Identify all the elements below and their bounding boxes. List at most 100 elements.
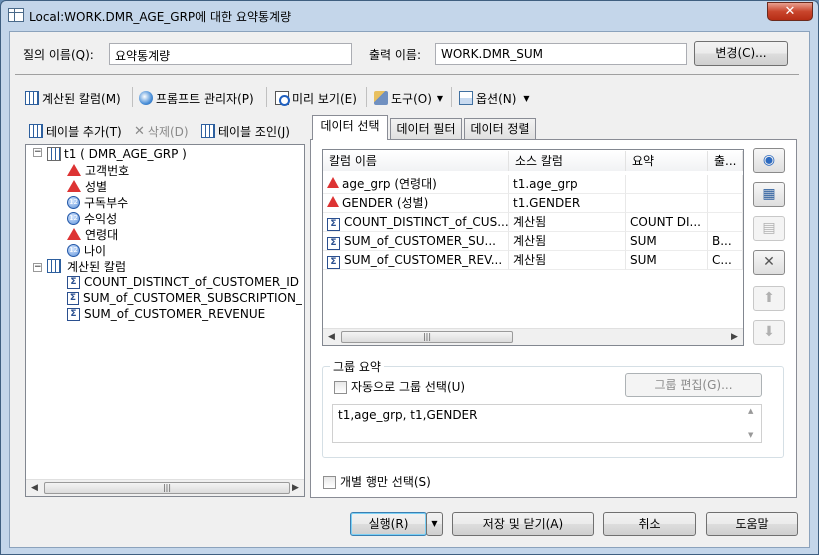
tab-data-sort[interactable]: 데이터 정렬 — [464, 118, 536, 139]
scrollbar-thumb[interactable]: ||| — [44, 482, 290, 494]
distinct-rows-label: 개별 행만 선택(S) — [340, 475, 431, 489]
tree-computed-node[interactable]: 계산된 칼럼 — [47, 258, 126, 274]
grid-cell-summary[interactable]: SUM — [626, 251, 708, 270]
column-header-name[interactable]: 칼럼 이름 — [323, 151, 509, 171]
dropdown-arrow-icon: ▼ — [436, 93, 444, 103]
options-menu-button[interactable]: 옵션(N) ▼ — [459, 89, 530, 107]
tree-column-item[interactable]: 고객번호 — [67, 162, 129, 178]
tools-menu-button[interactable]: 도구(O) ▼ — [374, 89, 443, 107]
grid-cell-source[interactable]: 계산됨 — [509, 251, 626, 270]
auto-group-checkbox[interactable]: 자동으로 그룹 선택(U) — [334, 378, 465, 395]
collapse-icon[interactable]: − — [33, 148, 42, 157]
delete-x-icon: ✕ — [134, 123, 145, 139]
scrollbar-thumb[interactable]: ||| — [341, 331, 513, 343]
grid-cell-output[interactable] — [708, 213, 743, 232]
remove-column-button[interactable]: ✕ — [753, 250, 785, 275]
toolbar-separator — [132, 87, 133, 107]
tree-column-item[interactable]: 연령대 — [67, 226, 118, 242]
grid-cell-output[interactable] — [708, 175, 743, 194]
computed-columns-button[interactable]: 계산된 칼럼(M) — [25, 89, 121, 107]
tree-column-item[interactable]: 12 나이 — [67, 242, 106, 258]
column-header-output[interactable]: 출... — [708, 151, 743, 171]
tree-computed-item-label: SUM_of_CUSTOMER_REVENUE — [84, 307, 266, 321]
scroll-right-icon[interactable]: ▶ — [726, 329, 743, 345]
column-header-summary[interactable]: 요약 — [626, 151, 708, 171]
tab-data-filter[interactable]: 데이터 필터 — [390, 118, 462, 139]
scroll-left-icon[interactable]: ◀ — [26, 480, 43, 496]
group-columns-box[interactable]: t1,age_grp, t1,GENDER — [332, 404, 762, 443]
properties-button[interactable]: ◉ — [753, 148, 785, 173]
tree-horizontal-scrollbar[interactable]: ◀ ||| ▶ — [26, 479, 304, 496]
edit-column-button[interactable]: ▤ — [753, 216, 785, 241]
tree-computed-item[interactable]: Σ SUM_of_CUSTOMER_REVENUE — [67, 306, 265, 322]
grid-cell-summary[interactable] — [626, 194, 708, 213]
preview-button[interactable]: 미리 보기(E) — [275, 89, 357, 107]
grid-cell-name[interactable]: Σ COUNT_DISTINCT_of_CUS... — [323, 213, 509, 232]
grid-cell-summary[interactable]: COUNT DI... — [626, 213, 708, 232]
collapse-icon[interactable]: − — [33, 263, 42, 272]
character-column-icon — [327, 196, 339, 207]
add-table-button[interactable]: 테이블 추가(T) — [29, 122, 122, 140]
scroll-up-icon[interactable]: ▲ — [748, 407, 753, 415]
output-name-input[interactable]: WORK.DMR_SUM — [435, 43, 687, 65]
grid-cell-summary[interactable]: SUM — [626, 232, 708, 251]
query-name-input[interactable]: 요약통계량 — [109, 43, 352, 65]
help-button[interactable]: 도움말 — [706, 512, 798, 536]
scroll-left-icon[interactable]: ◀ — [323, 329, 340, 345]
change-button[interactable]: 변경(C)... — [694, 41, 788, 66]
tree-column-item[interactable]: 12 구독부수 — [67, 194, 128, 210]
calculator-button[interactable]: ▦ — [753, 182, 785, 207]
sum-icon: Σ — [327, 218, 340, 231]
sum-icon: Σ — [67, 307, 80, 321]
tree-computed-item[interactable]: Σ SUM_of_CUSTOMER_SUBSCRIPTION_ — [67, 290, 302, 306]
join-tables-button[interactable]: 테이블 조인(J) — [201, 122, 290, 140]
grid-cell-source[interactable]: 계산됨 — [509, 232, 626, 251]
title-bar[interactable]: Local:WORK.DMR_AGE_GRP에 대한 요약통계량 ✕ — [1, 1, 818, 31]
grid-horizontal-scrollbar[interactable]: ◀ ||| ▶ — [323, 328, 743, 345]
tree-computed-item[interactable]: Σ COUNT_DISTINCT_of_CUSTOMER_ID — [67, 274, 299, 290]
column-header-source[interactable]: 소스 칼럼 — [509, 151, 626, 171]
run-dropdown-button[interactable]: ▼ — [426, 512, 443, 536]
tree-column-label: 수익성 — [84, 211, 118, 226]
checkbox-icon — [334, 381, 347, 394]
scroll-down-icon[interactable]: ▼ — [748, 431, 753, 439]
grid-cell-name-text: SUM_of_CUSTOMER_REV... — [344, 253, 503, 267]
tree-column-item[interactable]: 12 수익성 — [67, 210, 117, 226]
prompt-manager-button[interactable]: 프롬프트 관리자(P) — [139, 89, 254, 107]
window-title: Local:WORK.DMR_AGE_GRP에 대한 요약통계량 — [29, 10, 292, 24]
grid-cell-output[interactable]: C... — [708, 251, 743, 270]
prompt-manager-label: 프롬프트 관리자(P) — [156, 91, 254, 106]
save-close-button[interactable]: 저장 및 닫기(A) — [452, 512, 594, 536]
edit-group-button[interactable]: 그룹 편집(G)... — [625, 373, 762, 397]
grid-cell-source[interactable]: t1.age_grp — [509, 175, 626, 194]
move-down-button[interactable]: ⬇ — [753, 320, 785, 345]
tree-column-label: 성별 — [85, 179, 108, 194]
grid-icon — [25, 91, 39, 105]
run-button[interactable]: 실행(R) — [350, 512, 427, 536]
globe-icon — [139, 91, 153, 105]
grid-cell-name[interactable]: age_grp (연령대) — [323, 175, 509, 194]
grid-cell-name[interactable]: GENDER (성별) — [323, 194, 509, 213]
grid-cell-name[interactable]: Σ SUM_of_CUSTOMER_REV... — [323, 251, 509, 270]
group-summary-title: 그룹 요약 — [330, 358, 384, 375]
grid-cell-source[interactable]: t1.GENDER — [509, 194, 626, 213]
grid-cell-source[interactable]: 계산됨 — [509, 213, 626, 232]
grid-cell-output[interactable] — [708, 194, 743, 213]
move-up-button[interactable]: ⬆ — [753, 286, 785, 311]
grid-cell-name[interactable]: Σ SUM_of_CUSTOMER_SU... — [323, 232, 509, 251]
tree-column-item[interactable]: 성별 — [67, 178, 107, 194]
delete-button[interactable]: ✕ 삭제(D) — [134, 122, 189, 140]
tab-data-selection[interactable]: 데이터 선택 — [312, 115, 388, 140]
grid-cell-output[interactable]: B... — [708, 232, 743, 251]
scroll-right-icon[interactable]: ▶ — [287, 480, 304, 496]
grid-cell-name-text: COUNT_DISTINCT_of_CUS... — [344, 215, 509, 229]
grid-cell-summary[interactable] — [626, 175, 708, 194]
close-button[interactable]: ✕ — [767, 2, 813, 21]
tree-table-node[interactable]: t1 ( DMR_AGE_GRP ) — [47, 146, 187, 162]
join-tables-icon — [201, 124, 215, 138]
dialog-window: Local:WORK.DMR_AGE_GRP에 대한 요약통계량 ✕ 질의 이름… — [0, 0, 819, 555]
distinct-rows-checkbox[interactable]: 개별 행만 선택(S) — [323, 473, 431, 490]
cancel-button[interactable]: 취소 — [603, 512, 696, 536]
toolbar-separator — [266, 87, 267, 107]
arrow-up-icon: ⬆ — [763, 290, 775, 306]
